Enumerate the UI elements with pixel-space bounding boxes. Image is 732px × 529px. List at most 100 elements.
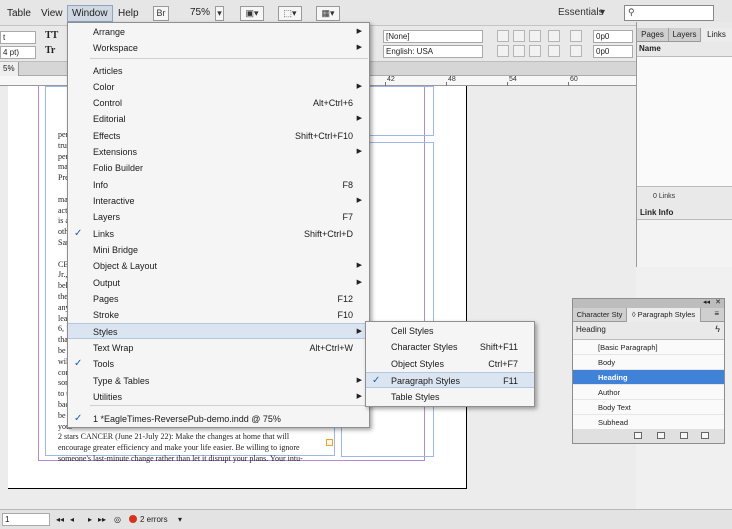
bridge-button[interactable]: Br <box>153 6 169 21</box>
window-menu-item-layers[interactable]: Layers F7 <box>68 209 369 225</box>
document-tab[interactable]: 5% <box>0 62 19 76</box>
window-menu-item-links[interactable]: ✓ Links Shift+Ctrl+D <box>68 226 369 242</box>
overset-text-icon[interactable] <box>326 439 333 446</box>
paragraph-style-item[interactable]: Author <box>573 385 724 400</box>
prev-page-icon[interactable]: ◂ <box>70 515 74 524</box>
clear-overrides-icon[interactable] <box>657 432 665 439</box>
window-menu-item-utilities[interactable]: Utilities ▶ <box>68 389 369 405</box>
window-menu-item-extensions[interactable]: Extensions ▶ <box>68 144 369 160</box>
first-line-indent-field[interactable]: 0p0 <box>593 45 633 58</box>
justify-icon[interactable] <box>548 30 560 42</box>
styles-submenu-item-paragraph-styles[interactable]: ✓ Paragraph Styles F11 <box>366 372 534 388</box>
character-style-field[interactable]: [None] <box>383 30 483 43</box>
align-left-icon[interactable] <box>497 30 509 42</box>
window-menu-item-object-layout[interactable]: Object & Layout ▶ <box>68 258 369 274</box>
styles-submenu-item-cell-styles[interactable]: Cell Styles <box>366 323 534 339</box>
panel-menu-icon[interactable]: ≡ <box>714 309 719 318</box>
window-menu-item-output[interactable]: Output ▶ <box>68 275 369 291</box>
menu-view[interactable]: View <box>37 6 67 22</box>
search-input[interactable]: ⚲ <box>624 5 714 21</box>
new-style-group-icon[interactable] <box>634 432 642 439</box>
paragraph-style-item[interactable]: [Basic Paragraph] <box>573 340 724 355</box>
view-options-icon[interactable]: ▣▾ <box>240 6 264 21</box>
menu-window[interactable]: Window <box>67 5 113 22</box>
menu-item-label: Control <box>93 98 123 108</box>
window-menu-item-articles[interactable]: Articles <box>68 63 369 79</box>
workspace-switcher[interactable]: Essentials <box>558 7 604 18</box>
align-center-icon[interactable] <box>513 30 525 42</box>
delete-style-icon[interactable] <box>701 432 709 439</box>
small-caps-button[interactable]: Tr <box>45 45 55 56</box>
window-menu-item-type-tables[interactable]: Type & Tables ▶ <box>68 373 369 389</box>
language-field[interactable]: English: USA <box>383 45 483 58</box>
tab-character-styles[interactable]: Character Sty <box>573 308 627 322</box>
new-style-from-selection-icon[interactable]: ϟ <box>715 324 720 334</box>
window-menu-item-interactive[interactable]: Interactive ▶ <box>68 193 369 209</box>
paragraph-style-item[interactable]: Heading <box>573 370 724 385</box>
justify-left-icon[interactable] <box>497 45 509 57</box>
all-caps-button[interactable]: TT <box>45 30 58 41</box>
first-page-icon[interactable]: ◂◂ <box>56 515 64 524</box>
window-menu-item-effects[interactable]: Effects Shift+Ctrl+F10 <box>68 128 369 144</box>
collapse-panel-icon[interactable]: ◂◂ <box>703 298 710 306</box>
next-page-icon[interactable]: ▸ <box>88 515 92 524</box>
screen-mode-icon[interactable]: ⬚▾ <box>278 6 302 21</box>
spine-align-icon[interactable] <box>548 45 560 57</box>
leading-field[interactable]: 4 pt) <box>0 46 36 59</box>
last-page-icon[interactable]: ▸▸ <box>98 515 106 524</box>
menu-item-label: Type & Tables <box>93 376 150 386</box>
window-menu-item-styles[interactable]: Styles ▶ <box>68 323 369 339</box>
window-menu-item-tools[interactable]: ✓ Tools <box>68 356 369 372</box>
window-menu-item-1-eagletimes-reversepub-demo-indd-75[interactable]: ✓ 1 *EagleTimes-ReversePub-demo.indd @ 75… <box>68 411 369 427</box>
window-menu-item-workspace[interactable]: Workspace ▶ <box>68 40 369 56</box>
tab-pages[interactable]: Pages <box>637 28 669 42</box>
tab-links[interactable]: Links <box>701 28 732 42</box>
preflight-errors[interactable]: 2 errors <box>140 515 168 524</box>
paragraph-style-item[interactable]: Subhead <box>573 415 724 430</box>
tab-layers[interactable]: Layers <box>669 28 701 42</box>
window-menu-item-editorial[interactable]: Editorial ▶ <box>68 111 369 127</box>
tab-paragraph-styles[interactable]: ◊ Paragraph Styles <box>627 308 701 322</box>
window-menu-item-pages[interactable]: Pages F12 <box>68 291 369 307</box>
submenu-arrow-icon: ▶ <box>356 83 362 90</box>
paragraph-style-list[interactable]: [Basic Paragraph] Body Heading Author Body T… <box>573 339 724 430</box>
window-menu-item-arrange[interactable]: Arrange ▶ <box>68 24 369 40</box>
submenu-item-shortcut: F11 <box>503 376 518 386</box>
links-name-column-header[interactable]: Name <box>639 44 661 53</box>
justify-all-icon[interactable] <box>529 45 541 57</box>
left-indent-icon <box>570 30 582 42</box>
left-indent-field[interactable]: 0p0 <box>593 30 633 43</box>
window-menu-item-folio-builder[interactable]: Folio Builder <box>68 160 369 176</box>
menu-table[interactable]: Table <box>3 6 35 22</box>
justify-center-icon[interactable] <box>513 45 525 57</box>
close-panel-icon[interactable]: ✕ <box>715 298 721 306</box>
zoom-level[interactable]: 75% <box>190 7 210 18</box>
workspace-chevron-icon[interactable]: ▾ <box>600 7 605 18</box>
arrange-documents-icon[interactable]: ▦▾ <box>316 6 340 21</box>
font-style-field[interactable]: t <box>0 31 36 44</box>
menu-item-label: Folio Builder <box>93 163 144 173</box>
panel-footer <box>573 429 724 443</box>
window-menu-item-stroke[interactable]: Stroke F10 <box>68 307 369 323</box>
link-info-header[interactable]: Link Info <box>640 208 673 217</box>
window-menu-item-mini-bridge[interactable]: Mini Bridge <box>68 242 369 258</box>
window-menu-item-text-wrap[interactable]: Text Wrap Alt+Ctrl+W <box>68 340 369 356</box>
window-menu-item-color[interactable]: Color ▶ <box>68 79 369 95</box>
window-menu-item-control[interactable]: Control Alt+Ctrl+6 <box>68 95 369 111</box>
styles-submenu-item-table-styles[interactable]: Table Styles <box>366 389 534 405</box>
preflight-menu-chevron-icon[interactable]: ▾ <box>178 515 182 524</box>
menu-item-label: Styles <box>93 327 118 337</box>
window-menu-item-info[interactable]: Info F8 <box>68 177 369 193</box>
styles-submenu-item-character-styles[interactable]: Character Styles Shift+F11 <box>366 339 534 355</box>
new-style-icon[interactable] <box>680 432 688 439</box>
align-right-icon[interactable] <box>529 30 541 42</box>
panel-title-bar[interactable]: ◂◂ ✕ <box>573 299 724 308</box>
page-number-field[interactable]: 1 <box>2 513 50 526</box>
preflight-icon[interactable]: ◎ <box>114 515 121 524</box>
paragraph-style-item[interactable]: Body Text <box>573 400 724 415</box>
zoom-dropdown-arrow-icon[interactable]: ▾ <box>215 6 224 21</box>
paragraph-style-item[interactable]: Body <box>573 355 724 370</box>
links-list[interactable] <box>637 56 732 187</box>
menu-help[interactable]: Help <box>114 6 143 22</box>
styles-submenu-item-object-styles[interactable]: Object Styles Ctrl+F7 <box>366 356 534 372</box>
